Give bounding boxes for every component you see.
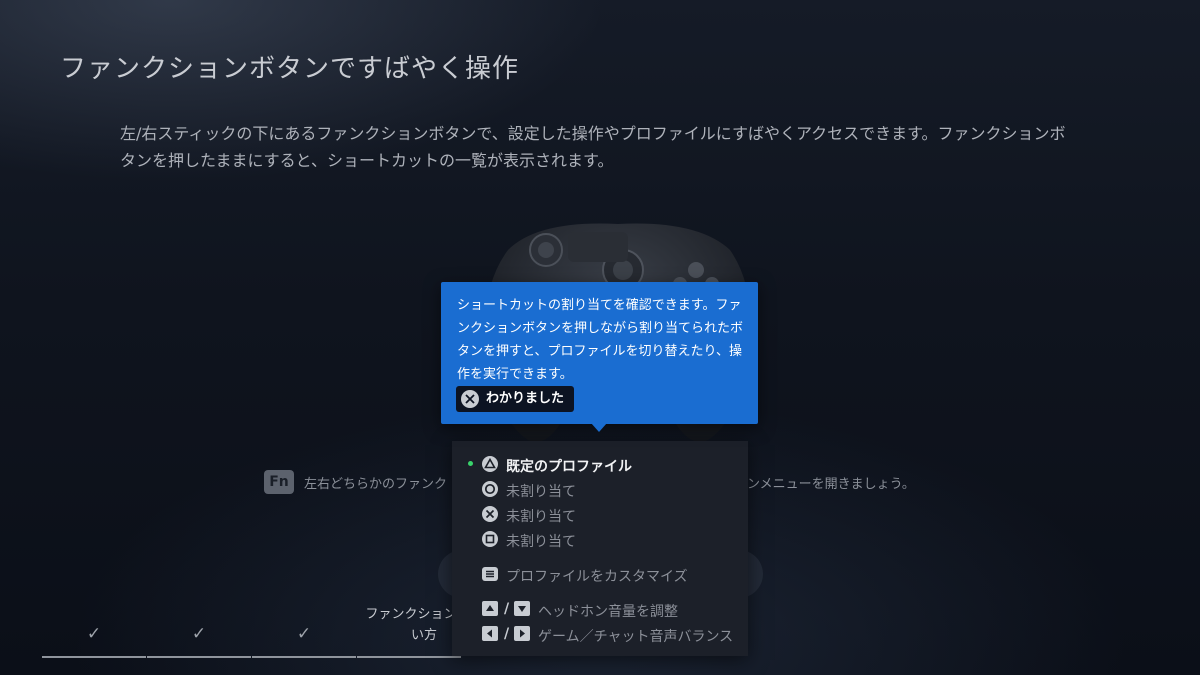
page-description: 左/右スティックの下にあるファンクションボタンで、設定した操作やプロファイルにす…	[120, 124, 1066, 170]
check-icon: ✓	[191, 624, 207, 644]
menu-item-label: プロファイルをカスタマイズ	[506, 569, 688, 585]
tooltip-arrow	[591, 423, 607, 432]
cross-icon	[482, 506, 498, 522]
step-3[interactable]: ✓	[252, 600, 356, 658]
got-it-button[interactable]: わかりました	[456, 386, 575, 412]
dpad-left-icon	[482, 626, 498, 641]
fn-badge-icon: Fn	[264, 470, 294, 494]
step-1[interactable]: ✓	[42, 600, 146, 658]
step-4[interactable]: ファンクションボタ い方	[357, 600, 483, 658]
got-it-button-label: わかりました	[486, 391, 565, 406]
list-icon	[482, 567, 498, 581]
page-title: ファンクションボタンですばやく操作	[60, 54, 520, 84]
triangle-icon	[482, 456, 498, 472]
square-icon	[482, 531, 498, 547]
step-2[interactable]: ✓	[147, 600, 251, 658]
shortcut-menu: 既定のプロファイル 未割り当て 未割り当て 未割り当て プロファイルをカスタマイ…	[452, 441, 748, 656]
tooltip-text: ショートカットの割り当てを確認できます。ファンクションボタンを押しながら割り当て…	[457, 298, 744, 382]
menu-item-label: 未割り当て	[506, 534, 576, 550]
dpad-down-icon	[514, 601, 530, 616]
dpad-right-icon	[514, 626, 530, 641]
check-icon: ✓	[296, 624, 312, 644]
fn-hint-text-right: ョンメニューを開きましょう。	[734, 477, 915, 492]
dpad-up-icon	[482, 601, 498, 616]
menu-item-label: ヘッドホン音量を調整	[538, 604, 678, 620]
menu-item-label: 既定のプロファイル	[506, 459, 632, 475]
menu-item-label: 未割り当て	[506, 509, 576, 525]
separator: /	[504, 626, 510, 642]
menu-item-label: ゲーム／チャット音声バランス	[538, 629, 734, 645]
active-indicator	[468, 461, 473, 466]
cross-icon	[461, 390, 479, 408]
tutorial-steps: ✓ ✓ ✓ ファンクションボタ い方	[42, 600, 483, 660]
check-icon: ✓	[86, 624, 102, 644]
tooltip: ショートカットの割り当てを確認できます。ファンクションボタンを押しながら割り当て…	[441, 282, 758, 424]
circle-icon	[482, 481, 498, 497]
fn-hint-text-left: 左右どちらかのファンク	[304, 477, 448, 492]
separator: /	[504, 601, 510, 617]
menu-item-label: 未割り当て	[506, 484, 576, 500]
screen: ファンクションボタンですばやく操作 左/右スティックの下にあるファンクションボタ…	[0, 0, 1200, 675]
